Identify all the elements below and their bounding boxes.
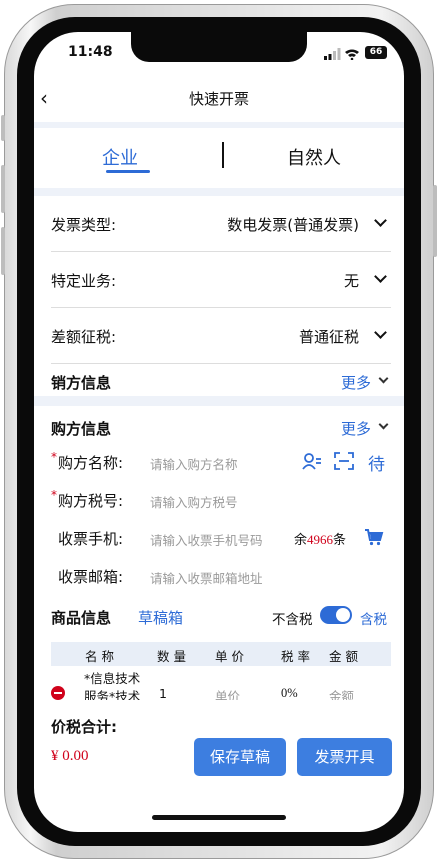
tab-individual[interactable]: 自然人 <box>287 144 341 170</box>
tax-method-row[interactable]: 差额征税: 普通征税 <box>51 308 391 364</box>
save-draft-button[interactable]: 保存草稿 <box>194 738 286 776</box>
sms-remaining: 余4966条 <box>294 529 346 548</box>
divider-band <box>34 396 404 406</box>
invoice-type-value: 数电发票(普通发票) <box>227 216 359 234</box>
receiver-email-label: 收票邮箱: <box>58 568 124 586</box>
silent-switch <box>1 115 5 141</box>
total-amount: ¥ 0.00 <box>51 748 89 764</box>
goods-price-input[interactable]: 单价 <box>215 686 240 700</box>
special-business-row[interactable]: 特定业务: 无 <box>51 252 391 308</box>
buyer-tax-no-input[interactable]: 请输入购方税号 <box>150 492 238 511</box>
column-header-qty: 数 量 <box>157 649 186 664</box>
toggle-knob <box>336 608 350 622</box>
invoice-type-label: 发票类型: <box>51 216 117 234</box>
contact-list-icon[interactable] <box>302 452 322 470</box>
tab-bar: 企业 自然人 <box>34 128 404 188</box>
divider-band <box>34 188 404 196</box>
signal-wifi-icon <box>324 48 359 60</box>
issue-invoice-button[interactable]: 发票开具 <box>297 738 392 776</box>
screen: 11:48 66 ‹ 快速开票 企业 自然人 发票类型: 数电发票(普通发票) … <box>34 32 404 832</box>
tax-method-label: 差额征税: <box>51 328 117 346</box>
goods-name-line2: 服务*技术 <box>84 689 141 700</box>
goods-info-title: 商品信息 <box>51 609 112 627</box>
sms-remaining-prefix: 余 <box>294 533 308 548</box>
seller-more-link[interactable]: 更多 <box>341 372 371 393</box>
seller-info-title: 销方信息 <box>51 374 112 392</box>
tab-enterprise[interactable]: 企业 <box>102 144 138 170</box>
tax-method-value: 普通征税 <box>298 328 359 346</box>
buyer-name-input[interactable]: 请输入购方名称 <box>150 454 238 473</box>
goods-table-header: 名 称 数 量 单 价 税 率 金 额 <box>51 642 391 666</box>
tax-inclusive-toggle[interactable] <box>320 606 352 624</box>
chevron-down-icon <box>374 214 387 227</box>
chevron-down-icon[interactable] <box>378 373 389 384</box>
column-header-rate: 税 率 <box>281 649 310 664</box>
column-header-name: 名 称 <box>85 649 114 664</box>
sms-remaining-suffix: 条 <box>333 533 347 548</box>
special-business-label: 特定业务: <box>51 272 117 290</box>
status-bar: 11:48 66 <box>34 42 404 64</box>
volume-down-button <box>1 227 5 275</box>
receiver-email-input[interactable]: 请输入收票邮箱地址 <box>150 568 263 587</box>
cart-icon[interactable] <box>364 528 384 546</box>
scan-icon[interactable] <box>334 452 354 470</box>
buyer-name-label: 购方名称: <box>58 454 124 472</box>
chevron-down-icon[interactable] <box>378 419 389 430</box>
draft-box-link[interactable]: 草稿箱 <box>138 607 183 628</box>
pending-button[interactable]: 待 <box>368 450 385 475</box>
required-mark: * <box>51 450 57 464</box>
invoice-type-row[interactable]: 发票类型: 数电发票(普通发票) <box>51 196 391 252</box>
goods-qty[interactable]: 1 <box>159 686 167 700</box>
volume-up-button <box>1 165 5 213</box>
tab-active-indicator <box>106 170 150 173</box>
goods-amount-input[interactable]: 金额 <box>329 686 354 700</box>
tax-inclusive-label: 含税 <box>360 612 387 628</box>
goods-name-line1: *信息技术 <box>84 671 141 686</box>
page-title: 快速开票 <box>188 90 249 108</box>
remove-row-icon[interactable] <box>51 686 65 700</box>
buyer-info-title: 购方信息 <box>51 420 112 438</box>
home-indicator[interactable] <box>152 815 286 820</box>
column-header-price: 单 价 <box>215 649 244 664</box>
table-row[interactable]: *信息技术 服务*技术 1 单价 0% 金额 <box>51 666 391 700</box>
total-label: 价税合计: <box>51 718 117 736</box>
receiver-phone-input[interactable]: 请输入收票手机号码 <box>150 530 263 549</box>
battery-icon: 66 <box>365 46 387 59</box>
chevron-down-icon <box>374 270 387 283</box>
receiver-phone-label: 收票手机: <box>58 530 124 548</box>
goods-rate[interactable]: 0% <box>281 686 298 700</box>
tab-separator <box>222 142 224 168</box>
power-button <box>433 185 437 257</box>
buyer-more-link[interactable]: 更多 <box>341 418 371 439</box>
chevron-down-icon <box>374 326 387 339</box>
sms-remaining-count: 4966 <box>307 532 334 547</box>
status-time: 11:48 <box>68 44 113 60</box>
column-header-amount: 金 额 <box>329 649 358 664</box>
special-business-value: 无 <box>343 272 359 290</box>
tax-exclusive-label: 不含税 <box>272 612 313 628</box>
buyer-tax-no-label: 购方税号: <box>58 492 124 510</box>
nav-bar: ‹ 快速开票 <box>34 78 404 118</box>
required-mark: * <box>51 488 57 502</box>
